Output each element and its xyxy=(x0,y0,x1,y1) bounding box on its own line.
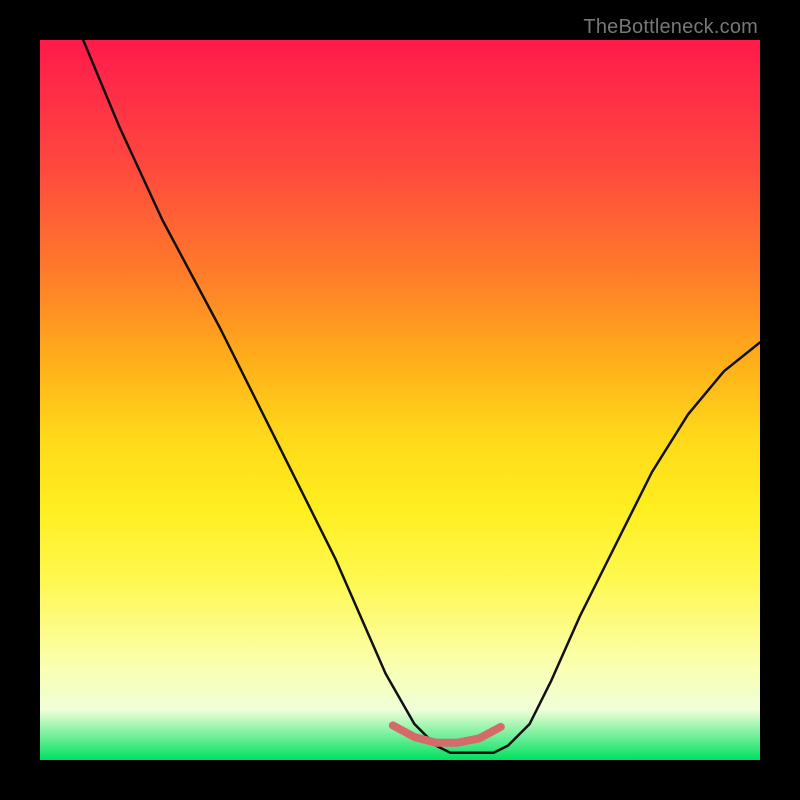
curve-layer xyxy=(40,40,760,760)
main-curve xyxy=(83,40,760,753)
attribution-label: TheBottleneck.com xyxy=(583,16,758,39)
highlight-curve xyxy=(393,725,501,742)
chart-frame: TheBottleneck.com xyxy=(0,0,800,800)
plot-area xyxy=(40,40,760,760)
